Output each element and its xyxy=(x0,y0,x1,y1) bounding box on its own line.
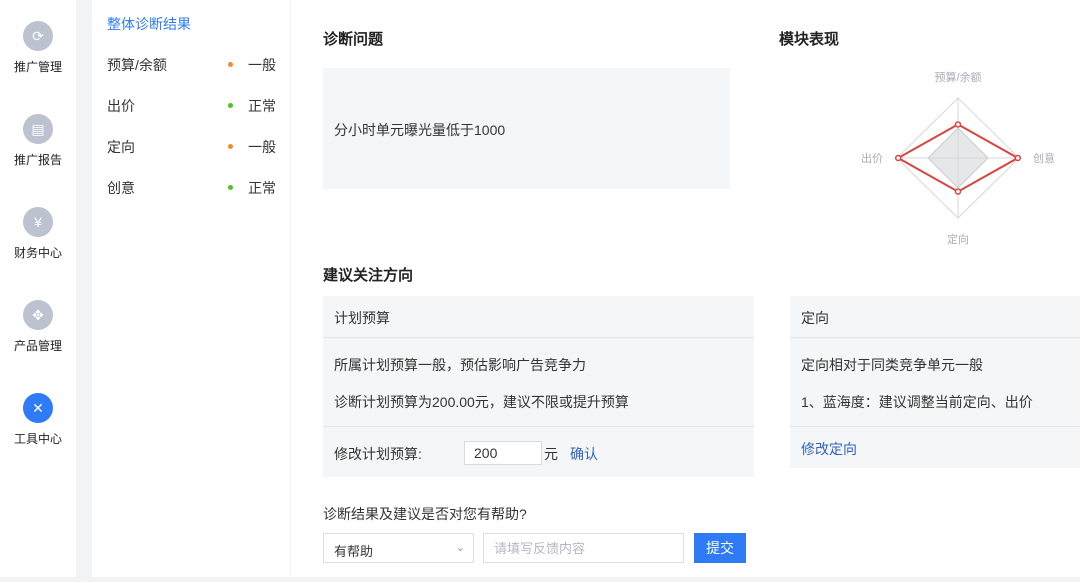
confirm-link[interactable]: 确认 xyxy=(570,444,598,464)
budget-input[interactable] xyxy=(464,441,542,465)
yen-icon: ¥ xyxy=(23,207,53,237)
targeting-line-2: 1、蓝海度：建议调整当前定向、出价 xyxy=(801,394,1033,410)
issue-box: 分小时单元曝光量低于1000 xyxy=(323,68,730,189)
status-text: 一般 xyxy=(248,139,276,155)
status-text: 正常 xyxy=(248,180,276,196)
budget-edit-label: 修改计划预算: xyxy=(334,446,422,462)
helpful-select[interactable]: 有帮助 ⌄ xyxy=(323,533,474,563)
budget-card: 计划预算 所属计划预算一般，预估影响广告竞争力 诊断计划预算为200.00元，建… xyxy=(323,296,754,477)
rail-item-promotion[interactable]: ⟳ 推广管理 xyxy=(0,21,76,75)
status-dot xyxy=(228,144,233,149)
targeting-line-1: 定向相对于同类竞争单元一般 xyxy=(801,357,983,373)
radar-label-bid: 出价 xyxy=(861,151,883,165)
submenu-item-targeting[interactable]: 定向 一般 xyxy=(107,137,277,157)
radar-point xyxy=(1014,154,1022,162)
status-dot xyxy=(228,185,233,190)
diagnosis-title: 诊断问题 xyxy=(323,31,384,48)
budget-edit-row: 修改计划预算: 元 确认 xyxy=(323,426,754,477)
rail-item-tools[interactable]: ✕ 工具中心 xyxy=(0,393,76,447)
targeting-card-head: 定向 xyxy=(790,296,1080,338)
rail-label: 工具中心 xyxy=(13,432,62,446)
module-title: 模块表现 xyxy=(779,31,840,48)
radar-point xyxy=(954,121,962,128)
budget-line-2: 诊断计划预算为200.00元，建议不限或提升预算 xyxy=(334,394,629,410)
radar-label-targeting: 定向 xyxy=(947,232,969,246)
submit-button[interactable]: 提交 xyxy=(694,533,746,563)
status-dot xyxy=(228,103,233,108)
radar-label-budget: 预算/余额 xyxy=(934,70,981,84)
left-nav-rail: ⟳ 推广管理 ▤ 推广报告 ¥ 财务中心 ✥ 产品管理 ✕ 工具中心 xyxy=(0,0,76,577)
report-icon: ▤ xyxy=(23,114,53,144)
submenu-item-label: 创意 xyxy=(107,180,135,196)
rail-item-finance[interactable]: ¥ 财务中心 xyxy=(0,207,76,261)
submenu-item-budget[interactable]: 预算/余额 一般 xyxy=(107,55,277,75)
radar-point xyxy=(954,188,962,195)
feedback-question: 诊断结果及建议是否对您有帮助? xyxy=(323,506,527,522)
feedback-input[interactable] xyxy=(483,533,684,563)
rail-label: 产品管理 xyxy=(13,339,62,353)
submenu-item-bid[interactable]: 出价 正常 xyxy=(107,96,277,116)
rail-label: 推广管理 xyxy=(13,60,62,74)
submenu-item-label: 出价 xyxy=(107,98,135,114)
issue-text: 分小时单元曝光量低于1000 xyxy=(334,122,506,138)
refresh-icon: ⟳ xyxy=(23,21,53,51)
targeting-card: 定向 定向相对于同类竞争单元一般 1、蓝海度：建议调整当前定向、出价 修改定向 xyxy=(790,296,1080,468)
rail-item-report[interactable]: ▤ 推广报告 xyxy=(0,114,76,168)
budget-card-head: 计划预算 xyxy=(323,296,754,338)
submenu-title[interactable]: 整体诊断结果 xyxy=(107,14,191,34)
chevron-down-icon: ⌄ xyxy=(455,542,465,554)
suggest-title: 建议关注方向 xyxy=(323,267,414,284)
module-radar-chart: 预算/余额 创意 定向 出价 xyxy=(861,70,1055,246)
rail-item-product[interactable]: ✥ 产品管理 xyxy=(0,300,76,354)
submenu-item-label: 定向 xyxy=(107,139,135,155)
radar-label-creative: 创意 xyxy=(1033,151,1055,165)
tools-icon: ✕ xyxy=(23,393,53,423)
status-text: 一般 xyxy=(248,57,276,73)
edit-targeting-link[interactable]: 修改定向 xyxy=(801,439,857,459)
targeting-edit-row: 修改定向 xyxy=(790,426,1080,468)
rail-label: 推广报告 xyxy=(13,153,62,167)
targeting-card-title: 定向 xyxy=(801,310,829,326)
submenu-item-creative[interactable]: 创意 正常 xyxy=(107,178,277,198)
budget-card-title: 计划预算 xyxy=(334,310,390,326)
status-dot xyxy=(228,62,233,67)
rail-label: 财务中心 xyxy=(13,246,62,260)
submenu-item-label: 预算/余额 xyxy=(107,57,167,73)
budget-unit: 元 xyxy=(544,446,558,462)
status-text: 正常 xyxy=(248,98,276,114)
helpful-select-value: 有帮助 xyxy=(334,544,374,559)
radar-point xyxy=(894,154,902,162)
main-content: 诊断问题 分小时单元曝光量低于1000 模块表现 预算/余额 创意 定向 出价 … xyxy=(291,0,1080,577)
grid-icon: ✥ xyxy=(23,300,53,330)
diagnosis-submenu: 整体诊断结果 预算/余额 一般 出价 正常 定向 一般 创意 正常 xyxy=(92,0,290,577)
budget-line-1: 所属计划预算一般，预估影响广告竞争力 xyxy=(334,357,586,373)
